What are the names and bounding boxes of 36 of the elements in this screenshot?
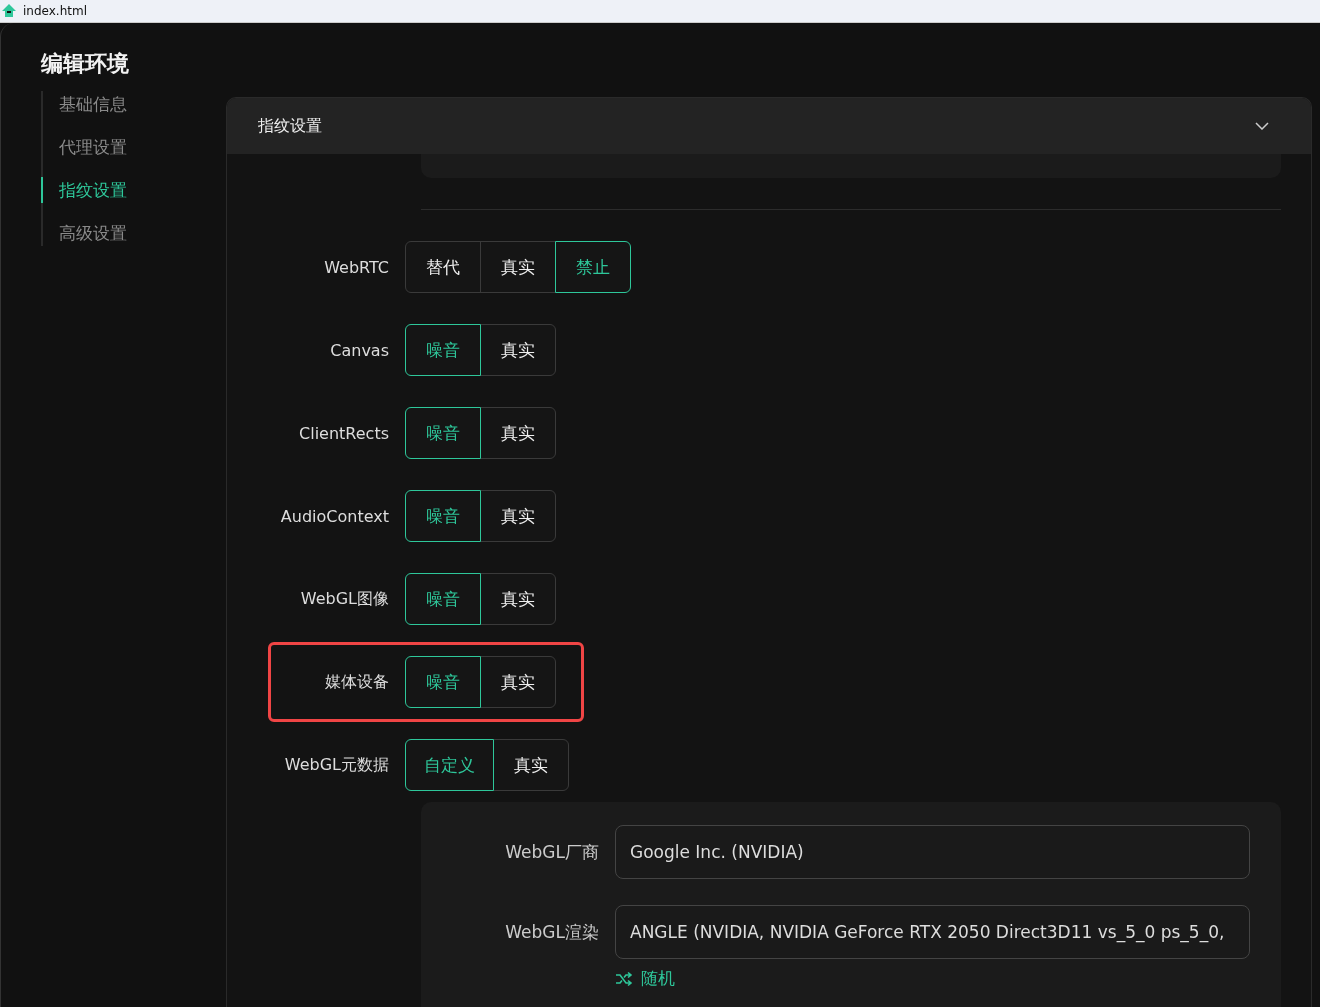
field-label: WebGL厂商	[504, 840, 600, 864]
input-field[interactable]: Google Inc. (NVIDIA)	[615, 825, 1250, 879]
segment-option[interactable]: 真实	[480, 656, 556, 708]
segment-option[interactable]: 噪音	[405, 324, 481, 376]
setting-label: 媒体设备	[324, 671, 390, 693]
segment-option[interactable]: 自定义	[405, 739, 494, 791]
setting-label: AudioContext	[279, 506, 390, 526]
segment-option[interactable]: 噪音	[405, 656, 481, 708]
browser-tab-title[interactable]: index.html	[23, 4, 87, 18]
segment-option[interactable]: 真实	[480, 407, 556, 459]
sidebar-title: 编辑环境	[41, 50, 130, 78]
shuffle-icon	[615, 970, 633, 987]
segment-option[interactable]: 禁止	[555, 241, 631, 293]
sidebar-item[interactable]: 高级设置	[41, 220, 226, 246]
segment-option[interactable]: 真实	[480, 573, 556, 625]
segment-option[interactable]: 真实	[480, 241, 556, 293]
segment-option[interactable]: 噪音	[405, 573, 481, 625]
segment-option[interactable]: 真实	[480, 490, 556, 542]
app-logo-icon	[1, 3, 17, 19]
sidebar-item[interactable]: 代理设置	[41, 134, 226, 160]
setting-label: WebRTC	[323, 257, 390, 277]
segment-option[interactable]: 噪音	[405, 490, 481, 542]
segment-option[interactable]: 真实	[480, 324, 556, 376]
setting-label: Canvas	[329, 340, 390, 360]
setting-label: WebGL图像	[299, 588, 390, 610]
panel-title: 指纹设置	[258, 115, 322, 137]
segment-option[interactable]: 噪音	[405, 407, 481, 459]
setting-label: WebGL元数据	[283, 754, 390, 776]
input-field[interactable]: ANGLE (NVIDIA, NVIDIA GeForce RTX 2050 Direct3D11 vs_5_0 ps_5_0,	[615, 905, 1250, 959]
panel-header[interactable]: 指纹设置	[227, 98, 1311, 154]
segment-option[interactable]: 替代	[405, 241, 481, 293]
segment-option[interactable]: 真实	[493, 739, 569, 791]
setting-label: ClientRects	[298, 423, 390, 443]
sidebar-item[interactable]: 基础信息	[41, 91, 226, 117]
random-button[interactable]: 随机	[615, 967, 675, 990]
field-label: WebGL渲染	[504, 920, 600, 944]
